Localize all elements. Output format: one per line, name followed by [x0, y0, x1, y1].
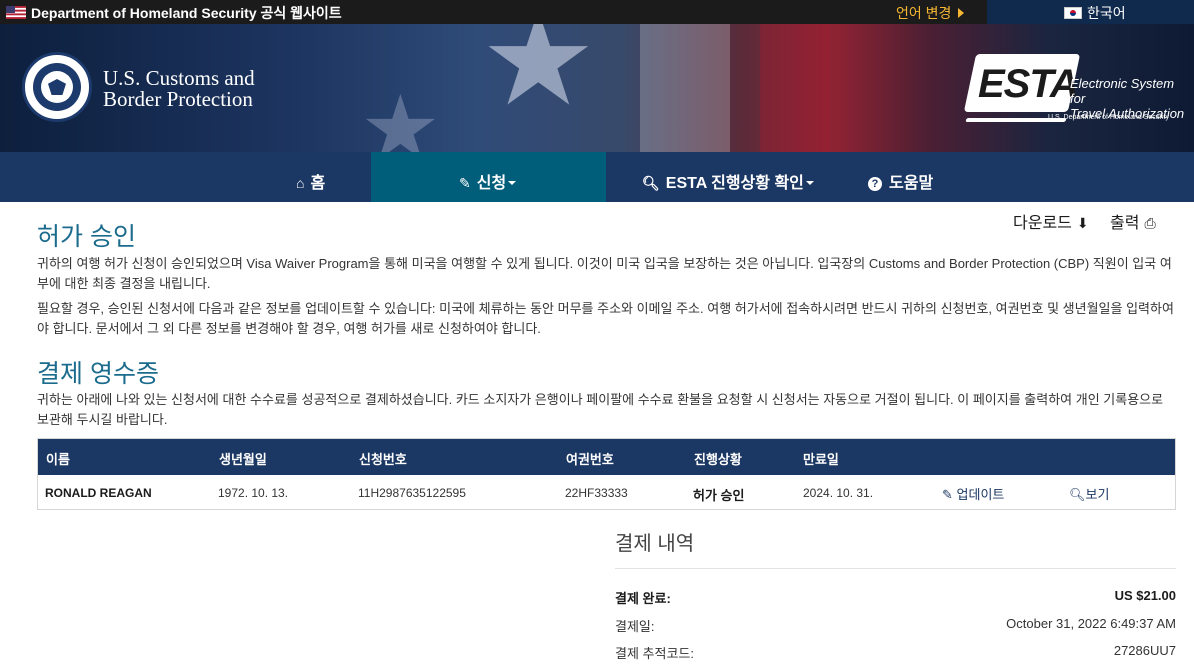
table-header: 이름 생년월일 신청번호 여권번호 진행상황 만료일: [38, 439, 1175, 475]
nav-home[interactable]: ⌂ 홈: [296, 152, 325, 202]
print-icon: ⎙: [1144, 215, 1156, 231]
home-icon: ⌂: [296, 175, 305, 191]
current-language-label: 한국어: [1087, 5, 1126, 21]
esta-logo-word: ESTA: [978, 62, 1079, 106]
nav-help[interactable]: ? 도움말: [868, 152, 933, 202]
cell-name: RONALD REAGAN: [45, 486, 152, 500]
cell-passport-no: 22HF33333: [565, 486, 628, 500]
application-table: 이름 생년월일 신청번호 여권번호 진행상황 만료일 RONALD REAGAN…: [37, 438, 1176, 510]
caret-down-icon: [805, 181, 814, 185]
caret-right-icon: [958, 8, 965, 18]
divider: [615, 568, 1176, 569]
column-header-passport-no: 여권번호: [566, 452, 614, 467]
banner-stripe: [760, 24, 830, 152]
payment-paid-value: US $21.00: [1114, 588, 1176, 603]
download-icon: ⬇: [1076, 215, 1089, 231]
payment-date-value: October 31, 2022 6:49:37 AM: [1006, 616, 1176, 631]
esta-logo[interactable]: ESTA Electronic System for Travel Author…: [963, 54, 1186, 150]
payment-tracking-label: 결제 추적코드:: [615, 646, 694, 661]
receipt-paragraph: 귀하는 아래에 나와 있는 신청서에 대한 수수료를 성공적으로 결제하셨습니다…: [37, 392, 1164, 427]
us-flag-icon: [6, 6, 26, 19]
esta-dhs-text: U.S. Department of Homeland Security: [1048, 114, 1169, 121]
update-button[interactable]: ✎ 업데이트: [942, 484, 1004, 503]
dhs-seal-logo[interactable]: [22, 52, 92, 122]
language-change-label: 언어 변경: [896, 5, 952, 21]
view-button[interactable]: 🔍︎보기: [1069, 484, 1109, 503]
pencil-icon: ✎: [459, 175, 471, 191]
column-header-expiry: 만료일: [803, 452, 839, 467]
approval-paragraph-2: 필요할 경우, 승인된 신청서에 다음과 같은 정보를 업데이트할 수 있습니다…: [37, 301, 1174, 336]
star-decoration: ★: [480, 24, 597, 132]
approval-paragraph-1: 귀하의 여행 허가 신청이 승인되었으며 Visa Waiver Program…: [37, 256, 1172, 291]
pencil-icon: ✎: [942, 487, 953, 502]
search-icon: 🔍︎: [1069, 487, 1086, 502]
cell-application-no: 11H2987635122595: [358, 486, 466, 500]
korea-flag-icon: [1064, 7, 1082, 19]
column-header-dob: 생년월일: [219, 452, 267, 467]
gov-banner: Department of Homeland Security 공식 웹사이트 …: [0, 0, 1194, 24]
payment-title: 결제 내역: [615, 533, 695, 555]
payment-tracking-value: 27286UU7: [1113, 643, 1176, 658]
gov-banner-text: Department of Homeland Security 공식 웹사이트: [31, 5, 342, 21]
star-decoration: ★: [360, 79, 441, 152]
search-icon: 🔍︎: [642, 175, 660, 191]
payment-date-label: 결제일:: [615, 619, 655, 634]
nav-check-status[interactable]: 🔍︎ ESTA 진행상황 확인: [642, 152, 814, 202]
caret-down-icon: [508, 181, 517, 185]
current-language[interactable]: 한국어: [987, 0, 1194, 24]
approval-title: 허가 승인: [37, 223, 136, 251]
column-header-name: 이름: [46, 452, 70, 467]
download-button[interactable]: 다운로드 ⬇: [1013, 209, 1089, 233]
eagle-icon: [41, 71, 73, 103]
main-nav: ⌂ 홈 ✎ 신청 🔍︎ ESTA 진행상황 확인 ? 도움말: [0, 152, 1194, 202]
cell-status: 허가 승인: [693, 488, 745, 503]
help-icon: ?: [868, 177, 882, 191]
cell-dob: 1972. 10. 13.: [218, 486, 289, 500]
cell-expiry: 2024. 10. 31.: [803, 486, 874, 500]
column-header-application-no: 신청번호: [359, 452, 407, 467]
header-banner: ★ ★ U.S. Customs and Border Protection E…: [0, 24, 1194, 152]
print-button[interactable]: 출력 ⎙: [1110, 209, 1156, 233]
language-change-button[interactable]: 언어 변경: [887, 0, 987, 24]
agency-name[interactable]: U.S. Customs and Border Protection: [103, 68, 255, 110]
column-header-status: 진행상황: [694, 452, 742, 467]
nav-apply[interactable]: ✎ 신청: [371, 152, 606, 202]
banner-stripe: [640, 24, 730, 152]
payment-paid-label: 결제 완료:: [615, 591, 671, 606]
receipt-title: 결제 영수증: [37, 360, 159, 388]
